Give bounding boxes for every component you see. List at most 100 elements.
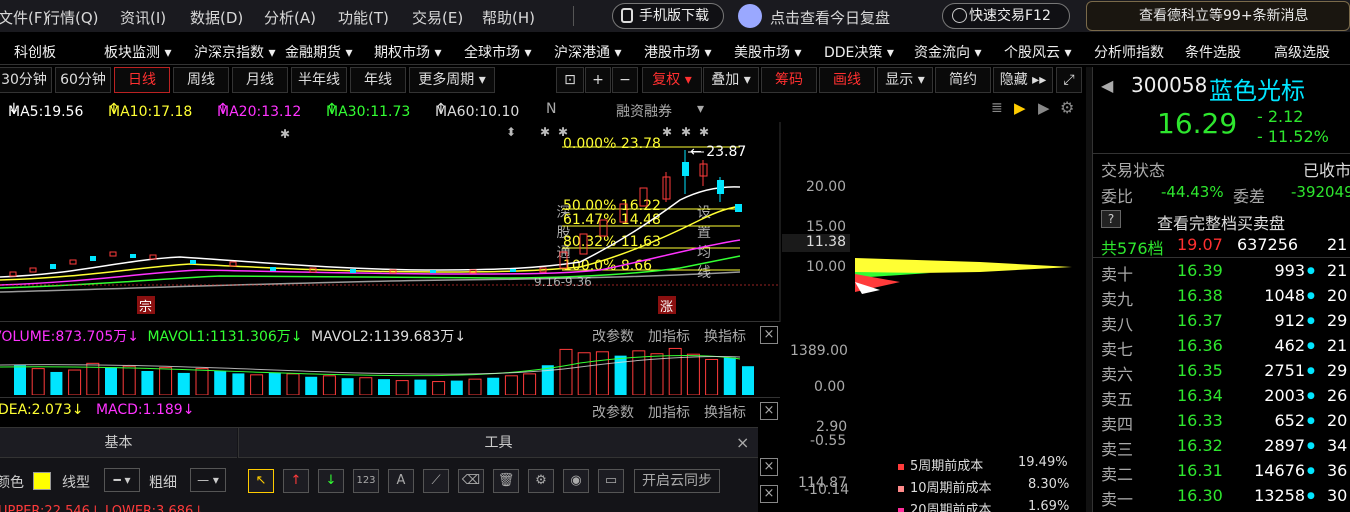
menu-data[interactable]: 数据(D): [190, 7, 243, 28]
switch-indicator-link[interactable]: 换指标: [704, 402, 746, 422]
settings-tool-icon[interactable]: ⚙: [528, 469, 554, 493]
down-arrow-tool-icon[interactable]: ↓: [318, 469, 344, 493]
tab-tools[interactable]: 工具: [238, 428, 758, 458]
hide-button[interactable]: 隐藏 ▸▸: [993, 67, 1053, 93]
close-volume-icon[interactable]: ×: [760, 326, 778, 344]
ask-row[interactable]: 卖三 16.32 2897 ● 34: [1101, 434, 1350, 459]
menu-help[interactable]: 帮助(H): [482, 7, 535, 28]
menu-analysis[interactable]: 分析(A): [264, 7, 316, 28]
trash-tool-icon[interactable]: 🗑: [493, 469, 519, 493]
period-day[interactable]: 日线: [114, 67, 170, 93]
add-indicator-link[interactable]: 加指标: [648, 326, 690, 346]
nav-item[interactable]: 资金流向 ▾: [914, 42, 981, 62]
close-drawing-icon[interactable]: ×: [736, 433, 749, 452]
copy-tool-icon[interactable]: ▭: [598, 469, 624, 493]
total-levels-label: 共576档: [1101, 239, 1164, 258]
display-dropdown[interactable]: 显示 ▾: [877, 67, 933, 93]
change-params-link[interactable]: 改参数: [592, 402, 634, 422]
period-more[interactable]: 更多周期 ▾: [409, 67, 495, 93]
settings-gear-icon[interactable]: ⚙: [1060, 98, 1074, 117]
nav-item[interactable]: 美股市场 ▾: [734, 42, 801, 62]
play-icon[interactable]: ▶: [1038, 99, 1050, 117]
review-link[interactable]: 点击查看今日复盘: [770, 7, 890, 28]
thickness-select[interactable]: — ▾: [190, 468, 226, 492]
prev-stock-icon[interactable]: ◀: [1101, 76, 1113, 95]
list-icon[interactable]: ≣: [991, 100, 1003, 116]
kline-chart[interactable]: ✱ ⬍ ✱ ✱ ✱ ✱ ✱ 0.000% 23.78 50.00% 16.22 …: [0, 122, 1085, 322]
ask-row[interactable]: 卖八 16.37 912 ● 29: [1101, 309, 1350, 334]
nav-item[interactable]: 个股风云 ▾: [1004, 42, 1071, 62]
period-week[interactable]: 周线: [173, 67, 229, 93]
nav-item[interactable]: 条件选股: [1185, 42, 1241, 62]
eraser-tool-icon[interactable]: ⌫: [458, 469, 484, 493]
draw-line-button[interactable]: 画线: [819, 67, 875, 93]
nav-item[interactable]: 高级选股: [1274, 42, 1330, 62]
close-panel-icon[interactable]: ×: [760, 458, 778, 476]
overlay-dropdown[interactable]: 叠加 ▾: [703, 67, 759, 93]
ask-row[interactable]: 卖六 16.35 2751 ● 29: [1101, 359, 1350, 384]
nav-item[interactable]: 沪深京指数 ▾: [194, 42, 275, 62]
nav-item[interactable]: 全球市场 ▾: [464, 42, 531, 62]
menu-trade[interactable]: 交易(E): [412, 7, 463, 28]
ask-row[interactable]: 卖九 16.38 1048 ● 20: [1101, 284, 1350, 309]
flag-icon[interactable]: ▶: [1014, 99, 1026, 117]
menu-info[interactable]: 资讯(I): [120, 7, 166, 28]
change-params-link[interactable]: 改参数: [592, 326, 634, 346]
nav-item[interactable]: 沪深港通 ▾: [554, 42, 621, 62]
nav-item[interactable]: 分析师指数: [1094, 42, 1164, 62]
menu-file[interactable]: 文件(F): [0, 7, 48, 28]
ask-volume: 13258: [1254, 486, 1305, 505]
ask-row[interactable]: 卖一 16.30 13258 ● 30: [1101, 484, 1350, 509]
ask-dot-icon: ●: [1307, 491, 1315, 501]
full-book-row[interactable]: ? 查看完整档买卖盘: [1101, 208, 1350, 233]
linetype-select[interactable]: ━ ▾: [104, 468, 140, 492]
volume-axis-top: 1389.00: [790, 343, 848, 359]
nav-item[interactable]: 科创板: [14, 42, 56, 62]
close-panel-icon[interactable]: ×: [760, 485, 778, 503]
candle: [50, 264, 56, 269]
chip-button[interactable]: 筹码: [761, 67, 817, 93]
mobile-download-button[interactable]: 手机版下载: [612, 3, 724, 29]
ask-row[interactable]: 卖四 16.33 652 ● 20: [1101, 409, 1350, 434]
period-month[interactable]: 月线: [232, 67, 288, 93]
ruler-tool-icon[interactable]: ⟋: [423, 469, 449, 493]
tab-basic[interactable]: 基本: [0, 428, 237, 458]
link-margin[interactable]: 融资融券: [616, 101, 672, 121]
menu-quote[interactable]: 行情(Q): [45, 7, 99, 28]
period-year[interactable]: 年线: [350, 67, 406, 93]
fuquan-dropdown[interactable]: 复权 ▾: [642, 67, 702, 93]
period-60min[interactable]: 60分钟: [55, 67, 111, 93]
text-tool-icon[interactable]: A: [388, 469, 414, 493]
ask-row[interactable]: 卖七 16.36 462 ● 21: [1101, 334, 1350, 359]
ask-label: 卖二: [1101, 465, 1134, 484]
switch-indicator-link[interactable]: 换指标: [704, 326, 746, 346]
nav-item[interactable]: 期权市场 ▾: [374, 42, 441, 62]
ask-row[interactable]: 卖二 16.31 14676 ● 36: [1101, 459, 1350, 484]
nav-item[interactable]: 板块监测 ▾: [104, 42, 171, 62]
ask-row[interactable]: 卖十 16.39 993 ● 21: [1101, 259, 1350, 284]
ask-row[interactable]: 卖五 16.34 2003 ● 26: [1101, 384, 1350, 409]
add-indicator-link[interactable]: 加指标: [648, 402, 690, 422]
fullscreen-icon[interactable]: ⤢: [1056, 67, 1082, 93]
cursor-tool-icon[interactable]: ↖: [248, 469, 274, 493]
nav-item[interactable]: 金融期货 ▾: [285, 42, 352, 62]
period-30min[interactable]: 30分钟: [0, 67, 52, 93]
cloud-sync-button[interactable]: 开启云同步: [634, 469, 720, 493]
nav-item[interactable]: 港股市场 ▾: [644, 42, 711, 62]
lock-icon[interactable]: ⊡: [556, 67, 584, 93]
up-arrow-tool-icon[interactable]: ↑: [283, 469, 309, 493]
menu-function[interactable]: 功能(T): [338, 7, 389, 28]
fast-trade-button[interactable]: 快速交易F12: [942, 3, 1070, 29]
close-macd-icon[interactable]: ×: [760, 402, 778, 420]
period-halfyear[interactable]: 半年线: [291, 67, 347, 93]
eye-tool-icon[interactable]: ◉: [563, 469, 589, 493]
simple-button[interactable]: 简约: [935, 67, 991, 93]
link-setma[interactable]: 设置均线 ▾: [697, 101, 711, 281]
number-tool-icon[interactable]: 123: [353, 469, 379, 493]
nav-item[interactable]: DDE决策 ▾: [824, 42, 894, 62]
news-banner[interactable]: 查看德科立等99+条新消息: [1086, 1, 1350, 31]
color-swatch[interactable]: [33, 472, 51, 490]
zoom-out-icon[interactable]: −: [612, 67, 638, 93]
zoom-in-icon[interactable]: +: [585, 67, 611, 93]
link-shengu[interactable]: N 深股通: [546, 101, 570, 261]
